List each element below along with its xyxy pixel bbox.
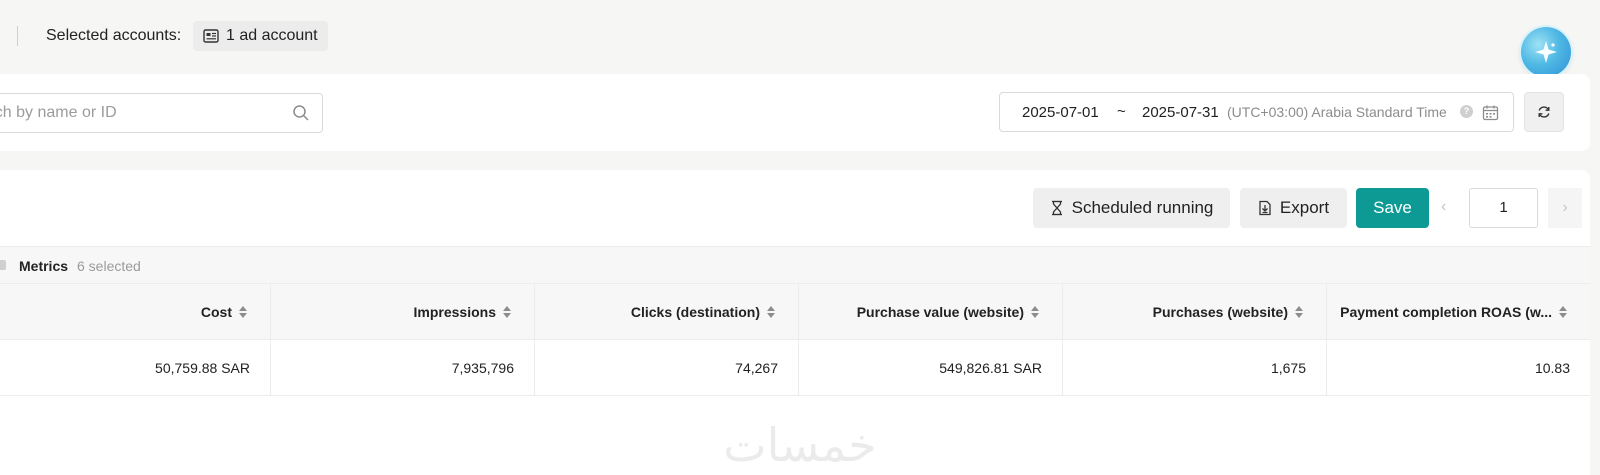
export-label: Export: [1279, 198, 1330, 217]
search-box[interactable]: [0, 93, 323, 133]
cell-impressions: 7,935,796: [271, 340, 535, 396]
help-icon[interactable]: ?: [1460, 105, 1473, 118]
top-bar: Selected accounts: 1 ad account: [0, 0, 1600, 77]
column-header-purchase-value[interactable]: Purchase value (website): [799, 284, 1063, 340]
column-header-purchases[interactable]: Purchases (website): [1063, 284, 1327, 340]
selected-accounts-label: Selected accounts:: [46, 27, 182, 44]
cell-cost: 50,759.88 SAR: [0, 340, 271, 396]
search-icon[interactable]: [292, 104, 310, 122]
table-header: Cost Impressions Clicks (destination) Pu…: [0, 284, 1590, 340]
account-chip[interactable]: 1 ad account: [193, 21, 328, 51]
account-card-icon: [203, 29, 219, 43]
column-header-label: Purchases (website): [1152, 304, 1288, 320]
column-header-label: Clicks (destination): [630, 304, 760, 320]
metrics-collapse-icon[interactable]: [0, 260, 6, 270]
sort-icon[interactable]: [1294, 304, 1304, 320]
refresh-button[interactable]: [1524, 92, 1564, 132]
watermark: خمسات: [723, 418, 877, 472]
refresh-icon: [1538, 106, 1550, 118]
date-separator: ~: [1117, 103, 1126, 120]
cell-purchase-value: 549,826.81 SAR: [799, 340, 1063, 396]
sort-icon[interactable]: [1030, 304, 1040, 320]
export-file-icon: [1259, 200, 1271, 216]
column-header-cost[interactable]: Cost: [0, 284, 271, 340]
sort-icon[interactable]: [238, 304, 248, 320]
calendar-icon[interactable]: [1482, 104, 1499, 121]
cell-purchases: 1,675: [1063, 340, 1327, 396]
column-header-label: Payment completion ROAS (w...: [1340, 304, 1552, 320]
date-range-picker[interactable]: 2025-07-01 ~ 2025-07-31 (UTC+03:00) Arab…: [999, 92, 1514, 132]
date-start[interactable]: 2025-07-01: [1022, 104, 1099, 121]
cell-roas: 10.83: [1534, 360, 1570, 376]
metrics-title[interactable]: Metrics: [19, 258, 68, 274]
column-header-label: Cost: [200, 304, 232, 320]
pager-prev-button[interactable]: ‹: [1441, 198, 1446, 216]
scheduled-running-button[interactable]: Scheduled running: [1033, 188, 1230, 228]
column-header-clicks[interactable]: Clicks (destination): [535, 284, 799, 340]
sort-icon[interactable]: [1558, 304, 1568, 320]
cell-clicks: 74,267: [535, 340, 799, 396]
ai-assistant-icon[interactable]: [1521, 27, 1571, 77]
column-header-label: Purchase value (website): [856, 304, 1024, 320]
column-header-roas[interactable]: Payment completion ROAS (w...: [1327, 284, 1590, 340]
search-input[interactable]: [0, 94, 281, 132]
sort-icon[interactable]: [766, 304, 776, 320]
column-header-impressions[interactable]: Impressions: [271, 284, 535, 340]
sparkle-icon: [1535, 41, 1557, 63]
page-number-input[interactable]: 1: [1469, 188, 1538, 228]
pager-next-button[interactable]: ›: [1548, 188, 1582, 228]
date-end[interactable]: 2025-07-31: [1142, 104, 1219, 121]
filter-card: 2025-07-01 ~ 2025-07-31 (UTC+03:00) Arab…: [0, 74, 1590, 151]
save-button[interactable]: Save: [1356, 188, 1429, 228]
export-button[interactable]: Export: [1240, 188, 1347, 228]
metrics-bar: Metrics 6 selected: [0, 246, 1590, 284]
sort-icon[interactable]: [502, 304, 512, 320]
divider: [17, 26, 18, 46]
metrics-selected-count: 6 selected: [77, 258, 141, 274]
account-chip-label: 1 ad account: [226, 27, 318, 44]
hourglass-icon: [1051, 200, 1062, 216]
table-row: 50,759.88 SAR 7,935,796 74,267 549,826.8…: [0, 340, 1590, 396]
column-header-label: Impressions: [413, 304, 496, 320]
scheduled-running-label: Scheduled running: [1071, 198, 1214, 217]
timezone-label: (UTC+03:00) Arabia Standard Time: [1227, 104, 1447, 120]
